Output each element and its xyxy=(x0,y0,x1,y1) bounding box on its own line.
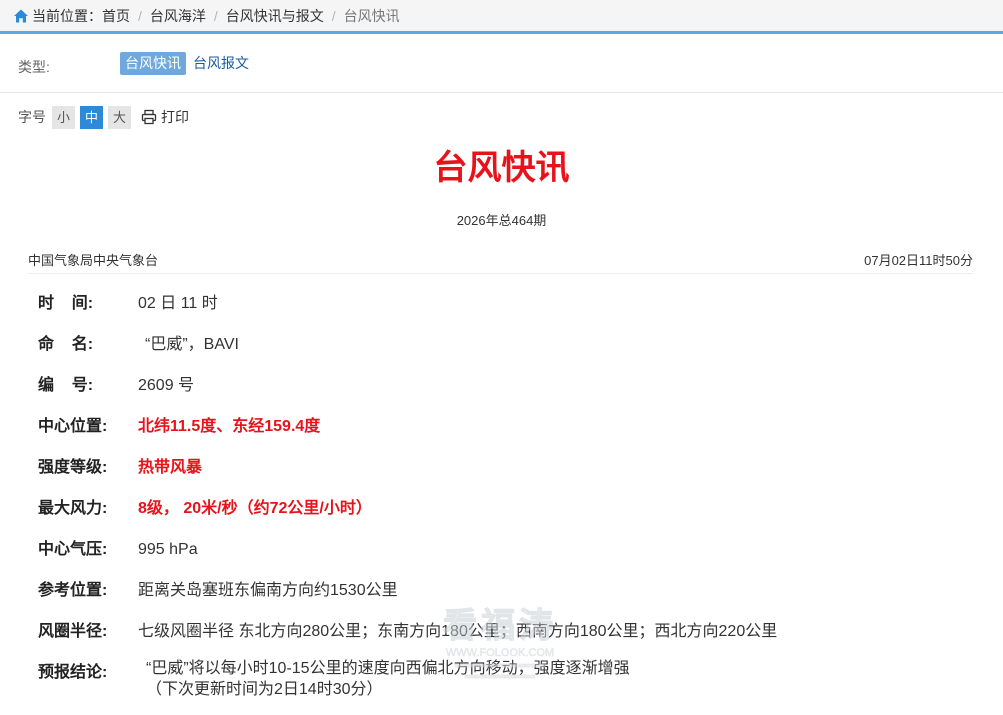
printer-icon xyxy=(141,109,157,125)
detail-label: 强度等级: xyxy=(38,459,108,476)
breadcrumb: 当前位置： 首页 / 台风海洋 / 台风快讯与报文 / 台风快讯 xyxy=(0,0,1003,34)
detail-row-time: 时 间: 02 日 11 时 xyxy=(38,289,218,313)
detail-row-pressure: 中心气压: 995 hPa xyxy=(38,535,198,559)
detail-row-forecast: 预报结论: xyxy=(38,658,138,682)
article-title: 台风快讯 xyxy=(433,149,570,187)
print-button[interactable]: 打印 xyxy=(141,107,189,127)
detail-value: 热带风暴 xyxy=(138,459,203,476)
detail-label: 中心位置: xyxy=(38,418,108,435)
detail-label: 风圈半径: xyxy=(38,623,108,640)
detail-value: “巴威”，BAVI xyxy=(145,336,239,353)
home-icon[interactable] xyxy=(13,8,29,24)
detail-row-center-position: 中心位置: 北纬11.5度、东经159.4度 xyxy=(38,412,320,436)
type-filter-label: 类型: xyxy=(18,59,50,75)
detail-label: 最大风力: xyxy=(38,500,108,517)
type-tab-typhoon-flash[interactable]: 台风快讯 xyxy=(120,52,186,75)
font-size-small-button[interactable]: 小 xyxy=(52,105,75,129)
detail-label: 参考位置: xyxy=(38,582,108,599)
issue-number: 2026年总464期 xyxy=(456,213,547,228)
detail-row-wind-radius: 风圈半径: 七级风圈半径 东北方向280公里；东南方向180公里；西南方向180… xyxy=(38,617,777,641)
detail-row-reference-position: 参考位置: 距离关岛塞班东偏南方向约1530公里 xyxy=(38,576,398,600)
breadcrumb-home[interactable]: 首页 xyxy=(102,6,130,26)
detail-label: 预报结论: xyxy=(38,664,108,681)
detail-value: 8级， 20米/秒（约72公里/小时） xyxy=(138,500,372,517)
detail-value: 距离关岛塞班东偏南方向约1530公里 xyxy=(138,582,398,599)
print-label: 打印 xyxy=(161,109,189,125)
detail-row-name: 命 名: “巴威”，BAVI xyxy=(38,330,239,354)
article-time: 07月02日11时50分 xyxy=(864,253,973,268)
detail-row-intensity: 强度等级: 热带风暴 xyxy=(38,453,202,477)
detail-value: 995 hPa xyxy=(138,541,198,558)
detail-value: 2609 号 xyxy=(138,377,195,394)
next-update-text: （下次更新时间为2日14时30分） xyxy=(146,681,383,698)
detail-label: 编 号: xyxy=(38,377,94,394)
breadcrumb-separator: / xyxy=(213,7,218,24)
type-tab-typhoon-report[interactable]: 台风报文 xyxy=(193,52,249,75)
font-size-medium-button[interactable]: 中 xyxy=(80,105,103,129)
breadcrumb-typhoon-ocean[interactable]: 台风海洋 xyxy=(150,6,206,26)
article-meta: 中国气象局中央气象台 07月02日11时50分 xyxy=(28,249,973,274)
detail-label: 中心气压: xyxy=(38,541,108,558)
font-size-large-button[interactable]: 大 xyxy=(108,105,131,129)
detail-value: 02 日 11 时 xyxy=(138,295,218,312)
article-source: 中国气象局中央气象台 xyxy=(28,253,159,268)
breadcrumb-separator: / xyxy=(138,7,142,24)
forecast-text: “巴威”将以每小时10-15公里的速度向西偏北方向移动，强度逐渐增强 xyxy=(146,660,630,677)
detail-row-number: 编 号: 2609 号 xyxy=(38,371,194,395)
type-filter: 类型: 台风快讯 台风报文 xyxy=(0,37,1003,93)
forecast-conclusion: “巴威”将以每小时10-15公里的速度向西偏北方向移动，强度逐渐增强 （下次更新… xyxy=(146,658,630,700)
detail-label: 命 名: xyxy=(38,336,94,353)
detail-row-max-wind: 最大风力: 8级， 20米/秒（约72公里/小时） xyxy=(38,494,372,518)
detail-value: 北纬11.5度、东经159.4度 xyxy=(138,418,321,435)
detail-label: 时 间: xyxy=(38,295,94,312)
font-size-controls: 字号 小 中 大 打印 xyxy=(18,105,189,129)
font-size-label: 字号 xyxy=(18,109,46,125)
breadcrumb-typhoon-bulletins[interactable]: 台风快讯与报文 xyxy=(226,6,324,26)
breadcrumb-current: 台风快讯 xyxy=(343,7,400,24)
breadcrumb-label: 当前位置： xyxy=(32,7,102,24)
detail-value: 七级风圈半径 东北方向280公里；东南方向180公里；西南方向180公里；西北方… xyxy=(138,623,778,640)
breadcrumb-separator: / xyxy=(331,7,336,24)
